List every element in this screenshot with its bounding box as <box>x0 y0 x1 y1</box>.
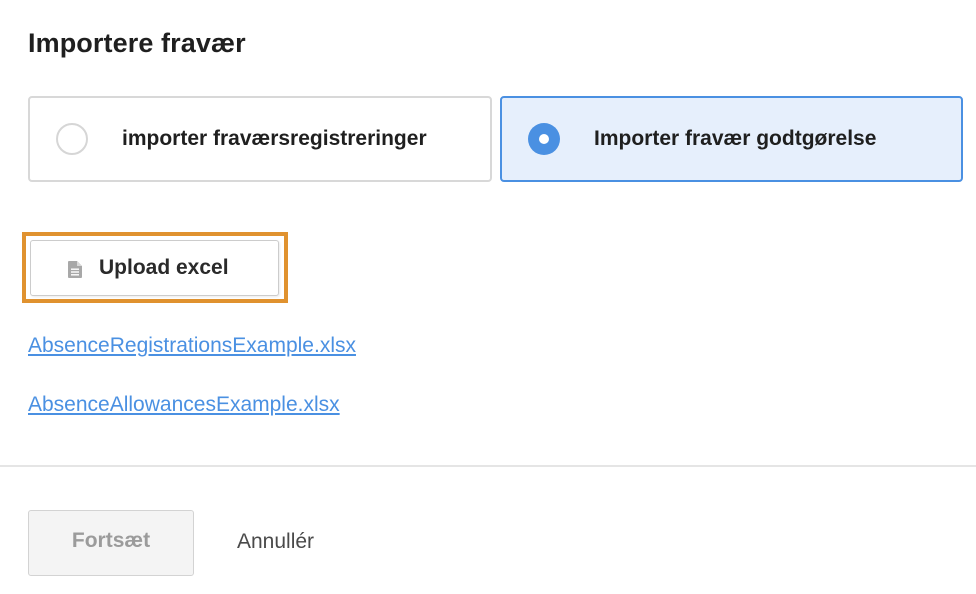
document-icon <box>68 261 82 278</box>
upload-excel-button[interactable]: Upload excel <box>30 240 279 296</box>
radio-checked-icon[interactable] <box>528 123 560 155</box>
option-label-allowance: Importer fravær godtgørelse <box>594 127 877 150</box>
option-import-absence-allowance[interactable]: Importer fravær godtgørelse <box>500 96 963 182</box>
radio-unchecked-icon[interactable] <box>56 123 88 155</box>
cancel-button[interactable]: Annullér <box>237 530 314 554</box>
upload-excel-label: Upload excel <box>99 256 229 279</box>
absence-allowances-example-link[interactable]: AbsenceAllowancesExample.xlsx <box>28 393 340 417</box>
option-import-absence-registrations[interactable]: importer fraværsregistreringer <box>28 96 492 182</box>
import-absence-dialog: Importere fravær importer fraværsregistr… <box>0 0 976 594</box>
footer-divider <box>0 465 976 467</box>
option-label-registrations: importer fraværsregistreringer <box>122 127 427 150</box>
dialog-title: Importere fravær <box>28 28 246 58</box>
absence-registrations-example-link[interactable]: AbsenceRegistrationsExample.xlsx <box>28 334 356 358</box>
continue-button[interactable]: Fortsæt <box>28 510 194 576</box>
